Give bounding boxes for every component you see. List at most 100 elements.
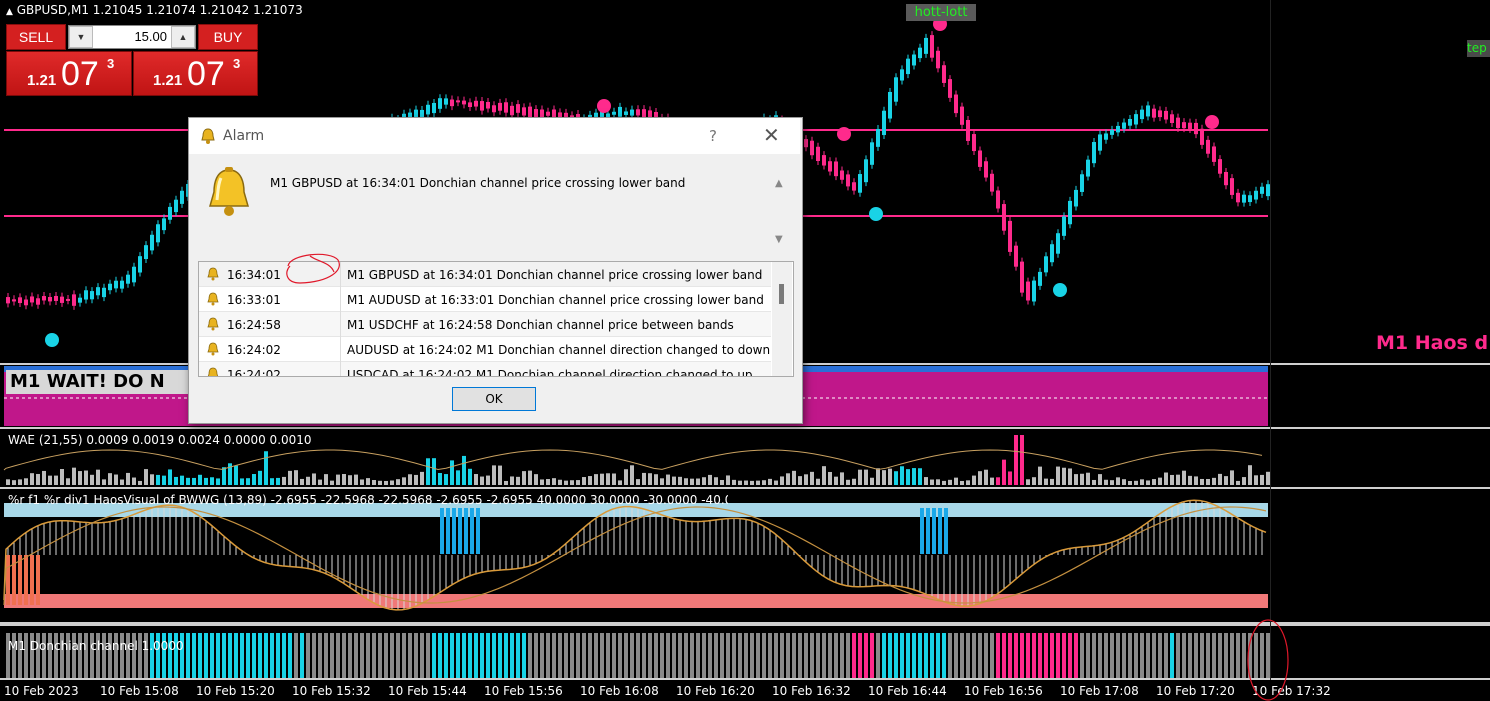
donchian-bar — [444, 633, 448, 678]
donchian-bar — [996, 633, 1000, 678]
donchian-bar — [942, 633, 946, 678]
buy-price-box[interactable]: 1.21 07 3 — [133, 51, 258, 96]
candle-body — [810, 140, 814, 156]
lot-decrease-button[interactable]: ▼ — [69, 26, 93, 48]
close-button[interactable]: ✕ — [763, 123, 780, 147]
donchian-bar — [1236, 633, 1240, 678]
alarm-row[interactable]: 16:24:02 USDCAD at 16:24:02 M1 Donchian c… — [199, 362, 771, 376]
wae-bar — [1158, 477, 1162, 485]
donchian-bar — [360, 633, 364, 678]
ok-button[interactable]: OK — [452, 387, 536, 411]
wae-bar — [234, 465, 238, 485]
window-collapse-icon[interactable]: ▲ — [6, 7, 13, 17]
wae-bar — [96, 469, 100, 485]
sell-button[interactable]: SELL — [6, 24, 66, 50]
wae-bar — [852, 478, 856, 485]
donchian-bar — [384, 633, 388, 678]
lot-increase-button[interactable]: ▲ — [171, 26, 195, 48]
donchian-bar — [1014, 633, 1018, 678]
candle-body — [468, 102, 472, 108]
wae-bar — [480, 476, 484, 485]
haos-blue-bar — [464, 508, 468, 554]
candle-body — [174, 199, 178, 213]
candle-body — [960, 106, 964, 125]
wae-bar — [180, 475, 184, 485]
donchian-bar — [1062, 633, 1066, 678]
haos-blue-bar — [470, 508, 474, 554]
donchian-bar — [1080, 633, 1084, 678]
help-button[interactable]: ? — [709, 127, 717, 145]
donchian-histogram — [6, 633, 1270, 678]
wae-bar — [210, 477, 214, 485]
wae-bar — [1116, 477, 1120, 485]
wae-bar — [438, 472, 442, 485]
candle-body — [1080, 174, 1084, 192]
wae-bar — [204, 477, 208, 485]
wae-bar — [1212, 477, 1216, 485]
wae-bar — [300, 478, 304, 485]
signal-dot — [597, 99, 611, 113]
lot-value[interactable]: 15.00 — [95, 29, 167, 44]
buy-price-pips: 07 — [187, 55, 225, 93]
wae-bar — [1020, 435, 1024, 485]
wae-bar — [54, 475, 58, 485]
candle-body — [60, 296, 64, 303]
wait-banner: M1 WAIT! DO N — [6, 370, 188, 394]
alarm-row[interactable]: 16:24:02 AUDUSD at 16:24:02 M1 Donchian c… — [199, 337, 771, 362]
wae-bar — [732, 479, 736, 485]
candle-body — [972, 134, 976, 152]
panel-separator — [0, 427, 1490, 429]
alarm-history-list[interactable]: 16:34:01 M1 GBPUSD at 16:34:01 Donchian c… — [198, 261, 794, 377]
wae-bar — [522, 471, 526, 485]
wae-bar — [108, 473, 112, 485]
donchian-bar — [756, 633, 760, 678]
donchian-bar — [468, 633, 472, 678]
wae-bar — [498, 465, 502, 485]
wae-bar — [660, 478, 664, 485]
message-scrollbar[interactable]: ▲ ▼ — [772, 176, 788, 250]
lot-size-field[interactable]: ▼ 15.00 ▲ — [68, 25, 196, 49]
dialog-titlebar[interactable]: Alarm ? ✕ — [189, 118, 800, 154]
scroll-down-icon[interactable]: ▼ — [775, 234, 783, 245]
wae-bar — [246, 478, 250, 485]
wae-bar — [150, 474, 154, 485]
wae-bar — [60, 469, 64, 485]
wae-bar — [1164, 472, 1168, 485]
scrollbar-thumb[interactable] — [779, 284, 784, 304]
donchian-bar — [228, 633, 232, 678]
time-axis-label: 10 Feb 15:32 — [292, 684, 371, 698]
candle-body — [156, 224, 160, 243]
donchian-bar — [600, 633, 604, 678]
donchian-bar — [702, 633, 706, 678]
symbol-header: GBPUSD,M1 1.21045 1.21074 1.21042 1.2107… — [16, 3, 303, 17]
wae-bar — [600, 473, 604, 485]
wae-bar — [330, 480, 334, 485]
wae-bar — [954, 477, 958, 485]
wae-bar — [264, 451, 268, 485]
donchian-bar — [858, 633, 862, 678]
scroll-up-icon[interactable]: ▲ — [775, 178, 783, 189]
wae-bar — [294, 470, 298, 485]
candle-body — [978, 150, 982, 167]
wae-bar — [930, 479, 934, 485]
buy-button[interactable]: BUY — [198, 24, 258, 50]
donchian-bar — [1002, 633, 1006, 678]
donchian-bar — [372, 633, 376, 678]
donchian-bar — [564, 633, 568, 678]
wae-bar — [876, 468, 880, 485]
wae-bar — [1188, 475, 1192, 485]
wae-bar — [1134, 480, 1138, 485]
alarm-row[interactable]: 16:24:58 M1 USDCHF at 16:24:58 Donchian c… — [199, 312, 771, 337]
wae-bar — [192, 477, 196, 485]
candle-body — [1026, 281, 1030, 301]
wae-bar — [864, 469, 868, 485]
sell-price-box[interactable]: 1.21 07 3 — [6, 51, 132, 96]
list-scrollbar[interactable] — [772, 262, 792, 376]
alarm-row[interactable]: 16:34:01 M1 GBPUSD at 16:34:01 Donchian c… — [199, 262, 771, 287]
candle-body — [18, 297, 22, 304]
alarm-row[interactable]: 16:33:01 M1 AUDUSD at 16:33:01 Donchian c… — [199, 287, 771, 312]
donchian-bar — [1038, 633, 1042, 678]
wae-bar — [1146, 480, 1150, 485]
donchian-bar — [378, 633, 382, 678]
wae-bar — [120, 479, 124, 485]
